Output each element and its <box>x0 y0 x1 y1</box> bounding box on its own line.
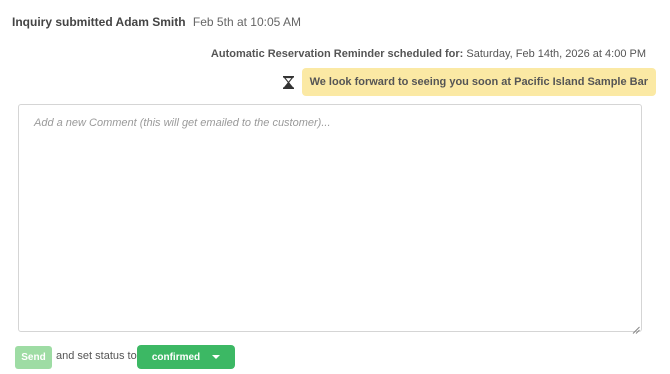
reminder-value: Saturday, Feb 14th, 2026 at 4:00 PM <box>466 48 646 60</box>
inquiry-header: Inquiry submitted Adam Smith Feb 5th at … <box>12 15 301 29</box>
resize-handle-icon[interactable] <box>632 321 640 334</box>
inquiry-date: Feb 5th at 10:05 AM <box>192 15 301 29</box>
hourglass-icon <box>282 75 296 89</box>
caret-down-icon <box>212 355 221 359</box>
status-text: and set status to <box>56 350 137 362</box>
reminder-line: Automatic Reservation Reminder scheduled… <box>211 48 646 60</box>
status-value: confirmed <box>151 351 201 363</box>
status-dropdown[interactable]: confirmed <box>137 345 235 369</box>
inquiry-label: Inquiry submitted Adam Smith <box>12 15 186 29</box>
message-bubble: We look forward to seeing you soon at Pa… <box>301 68 656 96</box>
reminder-label: Automatic Reservation Reminder scheduled… <box>210 48 464 60</box>
comment-textarea[interactable] <box>18 104 642 332</box>
scheduled-message: We look forward to seeing you soon at Pa… <box>282 68 656 96</box>
send-button[interactable]: Send <box>15 346 52 369</box>
